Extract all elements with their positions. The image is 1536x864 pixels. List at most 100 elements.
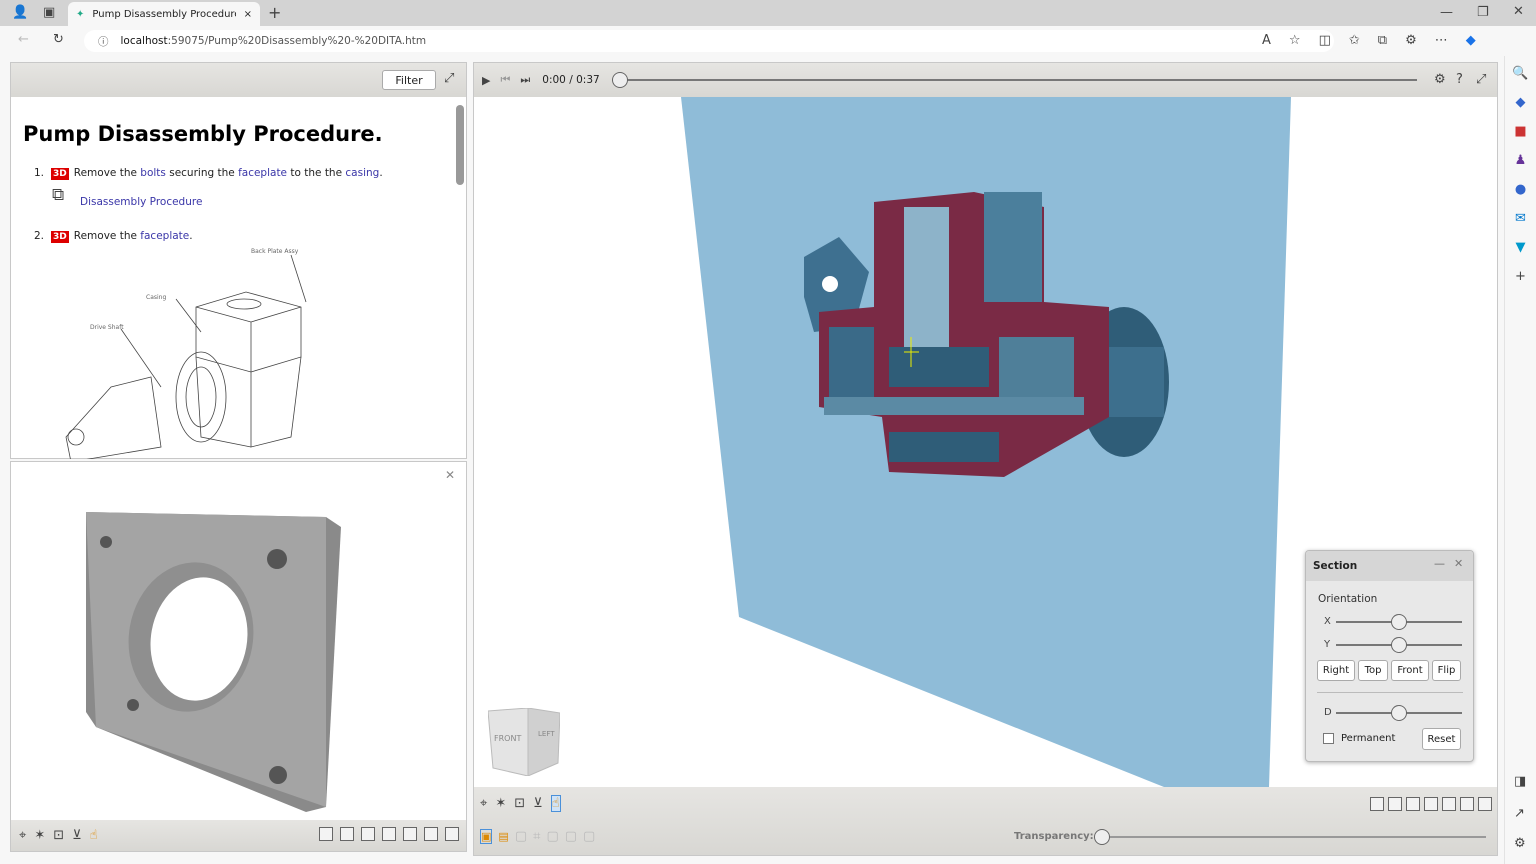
timeline-slider[interactable] [611,72,1417,88]
assembly-mode-icon[interactable]: ▤ [498,829,508,844]
pan-icon[interactable]: ✶ [495,795,506,812]
ghost-icon[interactable]: ▢ [565,829,577,844]
y-slider-knob[interactable] [1391,637,1407,653]
settings-icon[interactable]: ⚙ [1434,72,1446,87]
skip-forward-icon[interactable]: ⏭ [520,73,530,87]
more-icon[interactable]: ⋯ [1435,33,1448,48]
x-slider[interactable] [1336,614,1462,630]
view-icon[interactable] [403,827,417,841]
close-icon[interactable]: ✕ [1454,557,1463,570]
transparency-knob[interactable] [1094,829,1110,845]
active-tab[interactable]: ✦ Pump Disassembly Procedure. - C × [68,2,260,26]
view-icon[interactable] [382,827,396,841]
view-icon[interactable] [361,827,375,841]
copilot-icon[interactable]: ◆ [1466,33,1476,48]
fit-icon[interactable]: ⊡ [53,828,64,843]
select-icon[interactable]: ☝ [550,795,561,812]
disassembly-procedure-link[interactable]: Disassembly Procedure [80,196,202,208]
sidebar-toggle-icon[interactable]: ◨ [1514,774,1526,789]
settings-icon[interactable]: ⚙ [1514,836,1526,851]
section-icon[interactable]: ⊻ [72,828,82,843]
shopping-icon[interactable]: ◆ [1516,95,1526,110]
fullscreen-icon[interactable]: ⤢ [1476,72,1486,87]
fit-icon[interactable]: ⊡ [514,795,525,812]
pan-icon[interactable]: ✶ [34,828,45,843]
view-icon[interactable] [319,827,333,841]
close-tab-icon[interactable]: × [244,9,252,20]
tools-icon[interactable]: ■ [1514,124,1526,139]
back-icon[interactable]: ← [18,32,29,47]
favorite-star-icon[interactable]: ☆ [1289,33,1301,48]
view-icon[interactable] [1460,797,1474,811]
view-icon[interactable] [1424,797,1438,811]
view-icon[interactable] [1442,797,1456,811]
faceplate-link[interactable]: faceplate [238,167,287,179]
split-screen-icon[interactable]: ◫ [1319,33,1331,48]
skip-back-icon[interactable]: ⏮ [500,73,510,87]
document-scrollbar[interactable] [456,105,464,185]
play-icon[interactable]: ▶ [482,74,490,87]
expand-panel-icon[interactable]: ⤢ [444,71,454,86]
top-button[interactable]: Top [1358,660,1388,681]
close-window-icon[interactable]: ✕ [1513,4,1524,19]
part-mode-icon[interactable]: ▣ [480,829,493,844]
reload-icon[interactable]: ↻ [53,32,64,47]
show-icon[interactable]: ▢ [546,829,558,844]
reset-parts-icon[interactable]: ▢ [583,829,595,844]
select-icon[interactable]: ☝ [90,828,98,843]
rotate-icon[interactable]: ⌖ [19,828,26,843]
cube-face-left[interactable]: LEFT [538,730,555,738]
read-aloud-icon[interactable]: A [1262,33,1271,48]
add-sidebar-icon[interactable]: + [1515,269,1526,284]
view-icon[interactable] [445,827,459,841]
new-tab-button[interactable]: + [268,3,281,22]
y-slider[interactable] [1336,637,1462,653]
section-icon[interactable]: ⊻ [533,795,543,812]
filter-button[interactable]: Filter [382,70,436,90]
faceplate-link[interactable]: faceplate [140,230,189,242]
isolate-icon[interactable]: ⌗ [533,829,540,844]
games-icon[interactable]: ♟ [1515,153,1527,168]
x-slider-knob[interactable] [1391,614,1407,630]
view-icon[interactable] [1388,797,1402,811]
rotate-icon[interactable]: ⌖ [480,795,487,812]
view-cube[interactable]: FRONT LEFT [487,707,561,777]
permanent-checkbox[interactable] [1323,733,1334,744]
front-button[interactable]: Front [1391,660,1429,681]
collections-icon[interactable]: ⧉ [1378,33,1387,48]
restore-icon[interactable]: ❐ [1477,5,1489,20]
3d-badge[interactable]: 3D [51,168,69,180]
d-slider[interactable] [1336,705,1462,721]
outlook-icon[interactable]: ✉ [1515,211,1526,226]
transparency-slider[interactable] [1094,829,1486,845]
view-icon[interactable] [1406,797,1420,811]
timeline-knob[interactable] [611,72,628,88]
view-icon[interactable] [1478,797,1492,811]
3d-badge[interactable]: 3D [51,231,69,243]
view-icon[interactable] [340,827,354,841]
hide-icon[interactable]: ▢ [515,829,527,844]
search-icon[interactable]: 🔍 [1512,66,1528,81]
profile-icon[interactable]: 👤 [12,5,28,20]
url-input[interactable]: ⓘ localhost:59075/Pump%20Disassembly%20-… [84,30,1334,52]
office-icon[interactable]: ● [1515,182,1526,197]
3d-procedure-icon[interactable]: ⧉ [52,185,64,205]
view-icon[interactable] [1370,797,1384,811]
minimize-icon[interactable]: — [1440,5,1453,20]
reset-button[interactable]: Reset [1422,728,1461,750]
flip-button[interactable]: Flip [1432,660,1461,681]
right-button[interactable]: Right [1317,660,1355,681]
view-icon[interactable] [424,827,438,841]
close-viewer-icon[interactable]: ✕ [445,468,455,482]
d-slider-knob[interactable] [1391,705,1407,721]
bolts-link[interactable]: bolts [140,167,166,179]
casing-link[interactable]: casing [345,167,379,179]
help-icon[interactable]: ? [1456,72,1463,87]
favorites-icon[interactable]: ✩ [1349,33,1360,48]
cube-face-front[interactable]: FRONT [494,734,521,743]
extensions-icon[interactable]: ⚙ [1405,33,1417,48]
drop-icon[interactable]: ▼ [1516,240,1526,255]
tab-actions-icon[interactable]: ▣ [43,5,55,20]
minimize-icon[interactable]: — [1434,557,1445,570]
open-external-icon[interactable]: ↗ [1514,806,1525,821]
